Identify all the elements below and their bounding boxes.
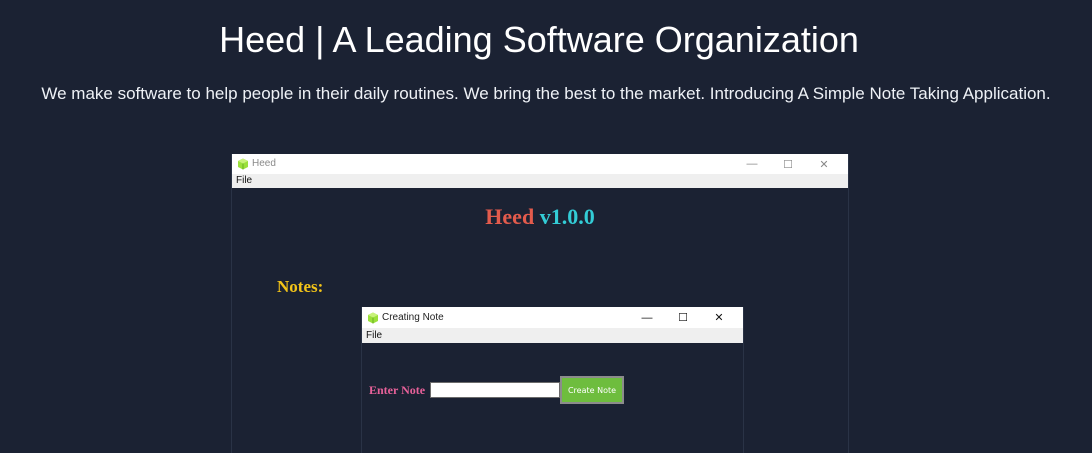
- app-version-heading: Heed v1.0.0: [232, 204, 848, 230]
- menu-file[interactable]: File: [236, 175, 252, 186]
- maximize-icon[interactable]: ☐: [665, 307, 701, 328]
- minimize-icon[interactable]: —: [629, 307, 665, 328]
- heed-main-window-screenshot: Heed — ☐ ✕ File Heed v1.0.0 Notes: Creat…: [231, 154, 849, 453]
- cube-icon: [368, 312, 378, 324]
- note-window-titlebar: Creating Note — ☐ ✕: [362, 307, 743, 328]
- creating-note-window: Creating Note — ☐ ✕ File Enter Note Crea…: [361, 307, 744, 453]
- main-window-title: Heed: [252, 158, 276, 169]
- main-window-menubar: File: [232, 174, 848, 188]
- menu-file[interactable]: File: [366, 330, 382, 341]
- notes-label: Notes:: [277, 277, 324, 296]
- note-window-title: Creating Note: [382, 312, 444, 323]
- create-note-button[interactable]: Create Note: [560, 376, 624, 404]
- page-tagline: We make software to help people in their…: [41, 84, 1051, 103]
- main-window-titlebar: Heed — ☐ ✕: [232, 154, 848, 174]
- page-title: Heed | A Leading Software Organization: [219, 19, 859, 60]
- close-icon[interactable]: ✕: [701, 307, 737, 328]
- minimize-icon[interactable]: —: [734, 154, 770, 174]
- close-icon[interactable]: ✕: [806, 154, 842, 174]
- cube-icon: [238, 158, 248, 170]
- note-input[interactable]: [430, 382, 560, 398]
- main-window-controls: — ☐ ✕: [734, 154, 842, 174]
- note-window-controls: — ☐ ✕: [629, 307, 737, 327]
- note-window-menubar: File: [362, 328, 743, 343]
- enter-note-label: Enter Note: [369, 383, 426, 397]
- app-version: v1.0.0: [539, 204, 595, 229]
- app-name: Heed: [485, 204, 535, 229]
- maximize-icon[interactable]: ☐: [770, 154, 806, 174]
